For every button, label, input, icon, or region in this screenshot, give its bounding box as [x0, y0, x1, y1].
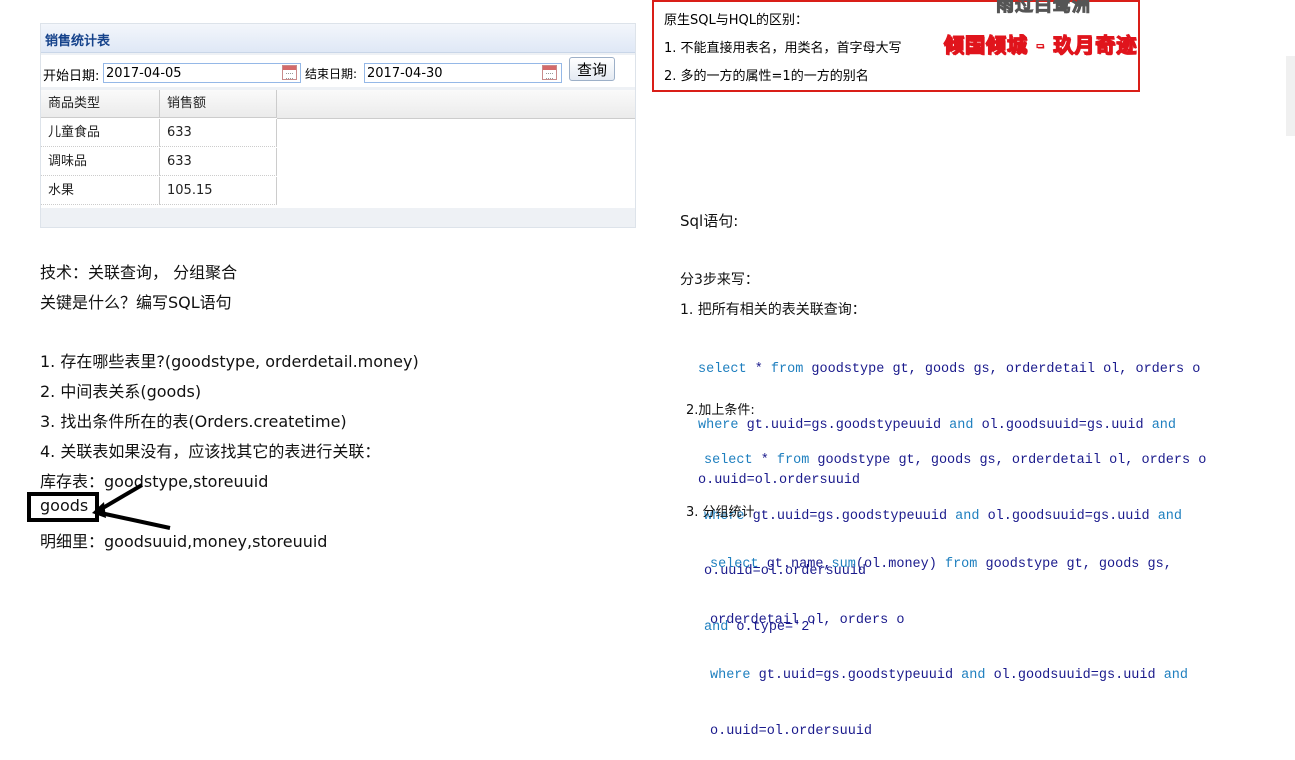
code-line: where gt.uuid=gs.goodstypeuuid and ol.go…	[710, 668, 1189, 683]
end-date-input[interactable]: 2017-04-30	[364, 63, 562, 83]
goods-note: goods	[40, 496, 89, 515]
sales-panel: 销售统计表 开始日期: 2017-04-05 结束日期: 2017-04-30 …	[40, 23, 636, 228]
sql-heading: Sql语句:	[680, 212, 739, 230]
sql-step-3-code: select gt.name,sum(ol.money) from goodst…	[710, 519, 1188, 760]
tech-note: 技术：关联查询， 分组聚合	[40, 263, 238, 282]
step-1-note: 1. 存在哪些表里?(goodstype, orderdetail.money)	[40, 352, 419, 371]
start-date-input[interactable]: 2017-04-05	[103, 63, 301, 83]
panel-title: 销售统计表	[45, 34, 111, 49]
panel-header: 销售统计表	[41, 24, 635, 53]
table-row[interactable]: 儿童食品 633	[41, 119, 277, 147]
song-watermark: 倾国倾城 - 玖月奇迹	[943, 32, 1138, 57]
step-3-note: 3. 找出条件所在的表(Orders.createtime)	[40, 412, 347, 431]
difference-line-2: 2. 多的一方的属性=1的一方的别名	[664, 69, 869, 84]
filter-toolbar: 开始日期: 2017-04-05 结束日期: 2017-04-30 查询	[41, 55, 635, 87]
difference-line-1: 1. 不能直接用表名，用类名，首字母大写	[664, 41, 902, 56]
sales-grid: 商品类型 销售额 儿童食品 633 调味品 633 水果 105.15	[41, 90, 635, 208]
calendar-icon[interactable]	[282, 65, 297, 80]
code-line: o.uuid=ol.ordersuuid	[710, 723, 873, 739]
code-line: orderdetail ol, orders o	[710, 612, 905, 628]
grid-header-row: 商品类型 销售额	[41, 90, 277, 118]
query-button[interactable]: 查询	[569, 57, 615, 81]
calendar-icon[interactable]	[542, 65, 557, 80]
code-line: select * from goodstype gt, goods gs, or…	[704, 453, 1207, 468]
category-cell: 调味品	[41, 148, 160, 176]
start-date-label: 开始日期:	[43, 69, 100, 84]
step-4-note: 4. 关联表如果没有，应该找其它的表进行关联：	[40, 442, 381, 461]
column-header-category[interactable]: 商品类型	[41, 90, 160, 118]
category-cell: 水果	[41, 177, 160, 205]
song-watermark-top: 雨过白鹭洲	[996, 0, 1091, 17]
step-2-note: 2. 中间表关系(goods)	[40, 382, 202, 401]
sql-intro: 分3步来写：	[680, 272, 759, 288]
edge-scrollbar	[1286, 56, 1295, 136]
amount-cell: 633	[160, 119, 277, 147]
sql-step-1-title: 1. 把所有相关的表关联查询：	[680, 302, 866, 318]
code-line: select gt.name,sum(ol.money) from goodst…	[710, 557, 1172, 572]
amount-cell: 105.15	[160, 177, 277, 205]
key-note: 关键是什么？编写SQL语句	[40, 293, 232, 312]
end-date-label: 结束日期:	[305, 67, 358, 81]
column-header-amount[interactable]: 销售额	[160, 90, 277, 118]
sql-step-3-title: 3. 分组统计	[686, 505, 755, 520]
arrow-annotation-icon	[92, 483, 171, 530]
grid-header-filler	[277, 90, 635, 119]
code-line: select * from goodstype gt, goods gs, or…	[698, 362, 1201, 377]
table-row[interactable]: 调味品 633	[41, 148, 277, 176]
detail-note: 明细里：goodsuuid,money,storeuuid	[40, 532, 328, 551]
table-row[interactable]: 水果 105.15	[41, 177, 277, 205]
difference-title: 原生SQL与HQL的区别：	[664, 13, 808, 28]
amount-cell: 633	[160, 148, 277, 176]
category-cell: 儿童食品	[41, 119, 160, 147]
